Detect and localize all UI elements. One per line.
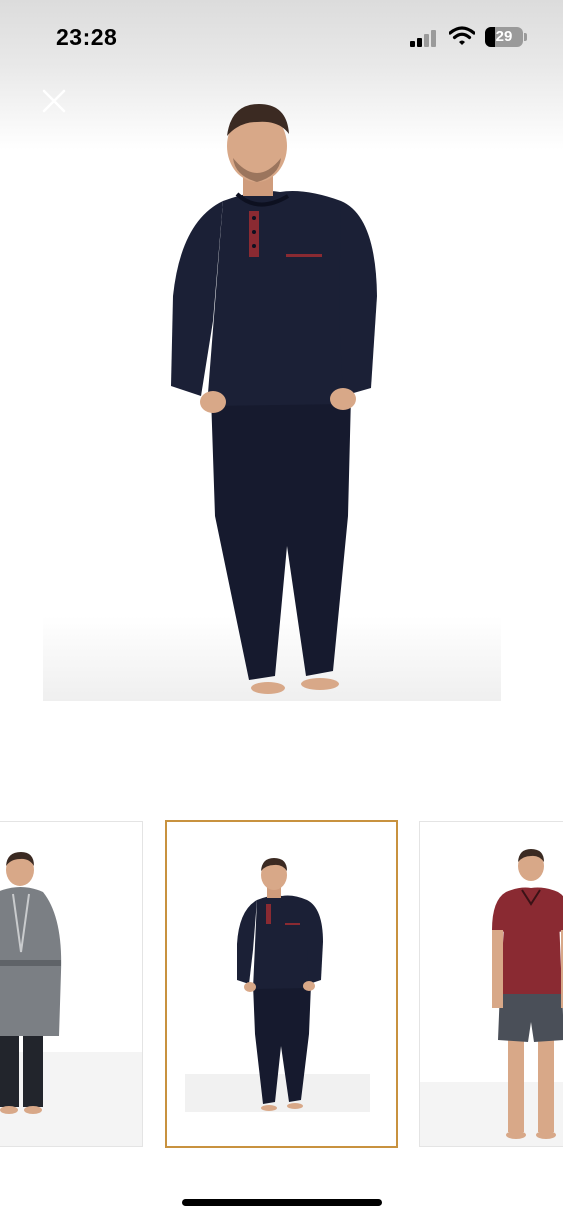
status-time: 23:28: [56, 24, 118, 50]
grey-robe-pajama-thumbnail: [0, 852, 142, 1146]
navy-long-sleeve-pajama-thumbnail: [185, 858, 370, 1112]
main-product-image: [43, 96, 501, 701]
burgundy-tshirt-shorts-pajama-thumbnail: [420, 849, 563, 1146]
thumbnail-robe[interactable]: [0, 821, 143, 1147]
battery-icon: 29: [485, 27, 523, 47]
status-bar: 23:28 29: [0, 0, 563, 72]
signal-icon: [410, 27, 440, 47]
thumbnail-shorts-pajama[interactable]: [419, 821, 563, 1147]
thumbnail-strip: [0, 818, 563, 1150]
battery-tip: [524, 33, 527, 41]
battery-level: 29: [495, 28, 513, 45]
home-indicator: [182, 1199, 382, 1206]
thumbnail-navy-pajama[interactable]: [165, 820, 398, 1148]
wifi-icon: [448, 26, 476, 46]
